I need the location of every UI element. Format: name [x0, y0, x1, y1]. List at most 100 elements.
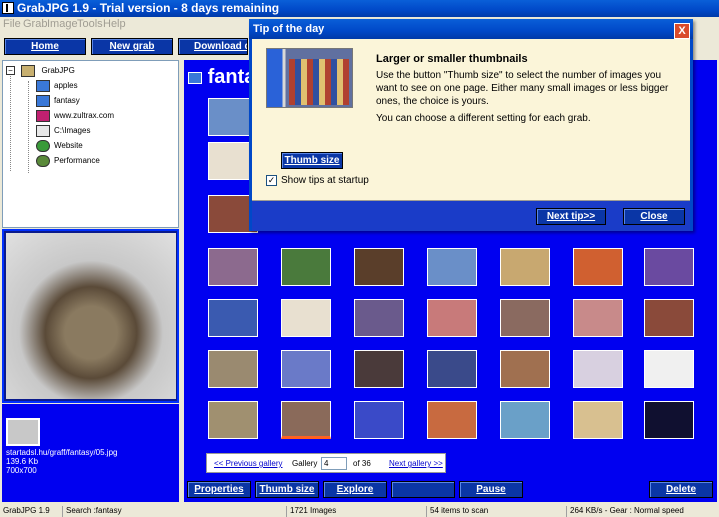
- status-bar: GrabJPG 1.9 Search :fantasy 1721 Images …: [0, 504, 719, 517]
- tree-root[interactable]: − GrabJPG: [6, 64, 75, 78]
- tip-of-the-day-dialog: Tip of the day X Thumb size Larger or sm…: [249, 19, 693, 231]
- preview-image: [6, 233, 176, 399]
- close-icon[interactable]: X: [674, 23, 690, 39]
- image-preview[interactable]: [2, 229, 179, 403]
- disabled-button[interactable]: [391, 481, 455, 498]
- gallery-thumbnail[interactable]: [573, 248, 623, 286]
- status-speed: 264 KB/s - Gear : Normal speed: [566, 506, 684, 517]
- image-filesize: 139.6 Kb: [6, 457, 39, 466]
- previous-gallery-link[interactable]: << Previous gallery: [214, 459, 282, 468]
- gallery-number-input[interactable]: [321, 457, 347, 470]
- image-dimensions: 700x700: [6, 466, 37, 475]
- gallery-thumbnail[interactable]: [427, 350, 477, 388]
- next-gallery-link[interactable]: Next gallery >>: [389, 459, 443, 468]
- tree-item-performance[interactable]: Performance: [36, 154, 100, 168]
- menu-file[interactable]: File: [3, 18, 21, 30]
- pause-button[interactable]: Pause: [459, 481, 523, 498]
- tree-item-zultrax[interactable]: www.zultrax.com: [36, 109, 114, 123]
- tree-line: [28, 81, 29, 173]
- gear-icon: [36, 154, 50, 167]
- tree-root-label: GrabJPG: [41, 66, 75, 75]
- folder-icon: [36, 94, 50, 107]
- tip-heading: Larger or smaller thumbnails: [376, 53, 528, 65]
- gallery-thumbnail[interactable]: [427, 248, 477, 286]
- gallery-thumbnail[interactable]: [573, 401, 623, 439]
- tree-item-label: C:\Images: [54, 126, 91, 135]
- tree-item-website[interactable]: Website: [36, 139, 83, 153]
- tip-text-secondary: You can choose a different setting for e…: [376, 113, 591, 124]
- download-dir-button[interactable]: Download dir: [178, 38, 248, 55]
- gallery-thumbnail[interactable]: [281, 248, 331, 286]
- tip-thumb-size-button: Thumb size: [281, 152, 343, 169]
- window-title: GrabJPG 1.9 - Trial version - 8 days rem…: [17, 1, 280, 15]
- gallery-total: of 36: [353, 459, 371, 468]
- image-info-panel: startadsl.hu/graff/fantasy/05.jpg 139.6 …: [2, 404, 179, 502]
- gallery-thumbnail[interactable]: [354, 248, 404, 286]
- gallery-thumbnail[interactable]: [354, 350, 404, 388]
- tree-item-apples[interactable]: apples: [36, 79, 78, 93]
- gallery-thumbnail[interactable]: [281, 401, 331, 439]
- tip-screenshot: [266, 48, 353, 108]
- gallery-thumbnail[interactable]: [208, 299, 258, 337]
- drive-icon: [36, 124, 50, 137]
- gallery-thumbnail[interactable]: [500, 248, 550, 286]
- properties-button[interactable]: Properties: [187, 481, 251, 498]
- gallery-thumbnail[interactable]: [354, 299, 404, 337]
- window-titlebar: GrabJPG 1.9 - Trial version - 8 days rem…: [0, 0, 719, 17]
- web-folder-icon: [36, 109, 50, 122]
- gallery-thumbnail[interactable]: [208, 350, 258, 388]
- menu-image[interactable]: Image: [47, 18, 78, 30]
- thumb-size-button[interactable]: Thumb size: [255, 481, 319, 498]
- gallery-pager: << Previous gallery Gallery of 36 Next g…: [206, 453, 446, 473]
- status-version: GrabJPG 1.9: [3, 506, 50, 515]
- next-tip-button[interactable]: Next tip>>: [536, 208, 606, 225]
- explore-button[interactable]: Explore: [323, 481, 387, 498]
- gallery-thumbnail[interactable]: [354, 401, 404, 439]
- delete-button[interactable]: Delete: [649, 481, 713, 498]
- show-tips-label[interactable]: Show tips at startup: [281, 175, 369, 186]
- gallery-thumbnail[interactable]: [500, 401, 550, 439]
- tree-line: [10, 71, 11, 171]
- tree-item-label: www.zultrax.com: [54, 111, 115, 120]
- gallery-thumbnail[interactable]: [573, 299, 623, 337]
- home-button[interactable]: Home: [4, 38, 86, 55]
- status-images: 1721 Images: [286, 506, 336, 517]
- gallery-thumbnail[interactable]: [208, 401, 258, 439]
- collapse-icon[interactable]: −: [6, 66, 15, 76]
- menu-help[interactable]: Help: [103, 18, 126, 30]
- dialog-titlebar: Tip of the day: [249, 19, 693, 39]
- gallery-thumbnail[interactable]: [500, 299, 550, 337]
- gallery-thumbnail[interactable]: [281, 350, 331, 388]
- tree-item-cimages[interactable]: C:\Images: [36, 124, 90, 138]
- gallery-thumbnail[interactable]: [644, 248, 694, 286]
- tree-item-label: Website: [54, 141, 83, 150]
- gallery-thumbnail[interactable]: [427, 401, 477, 439]
- close-button[interactable]: Close: [623, 208, 685, 225]
- gallery-thumbnail[interactable]: [644, 299, 694, 337]
- folder-tree: − GrabJPG apples fantasy www.zultrax.com…: [2, 60, 179, 228]
- gallery-thumbnail[interactable]: [427, 299, 477, 337]
- status-search: Search :fantasy: [62, 506, 122, 517]
- computer-icon: [21, 64, 36, 77]
- gallery-thumbnail[interactable]: [644, 401, 694, 439]
- show-tips-checkbox[interactable]: ✓: [266, 175, 277, 186]
- tip-panel: Thumb size Larger or smaller thumbnails …: [252, 39, 690, 201]
- gallery-thumbnail[interactable]: [208, 248, 258, 286]
- gallery-thumbnail[interactable]: [573, 350, 623, 388]
- gallery-thumbnail[interactable]: [500, 350, 550, 388]
- menu-tools[interactable]: Tools: [77, 18, 103, 30]
- dialog-footer: Next tip>> Close: [252, 201, 690, 231]
- dialog-title: Tip of the day: [253, 23, 325, 35]
- tree-item-label: Performance: [54, 156, 100, 165]
- menu-grab[interactable]: Grab: [23, 18, 47, 30]
- gallery-thumbnail[interactable]: [644, 350, 694, 388]
- tree-item-label: fantasy: [54, 96, 80, 105]
- app-icon: [2, 2, 14, 14]
- gallery-thumbnail[interactable]: [281, 299, 331, 337]
- new-grab-button[interactable]: New grab: [91, 38, 173, 55]
- tree-item-fantasy[interactable]: fantasy: [36, 94, 80, 108]
- image-url: startadsl.hu/graff/fantasy/05.jpg: [6, 448, 118, 457]
- folder-icon: [188, 71, 202, 84]
- tree-item-label: apples: [54, 81, 78, 90]
- folder-icon: [36, 79, 50, 92]
